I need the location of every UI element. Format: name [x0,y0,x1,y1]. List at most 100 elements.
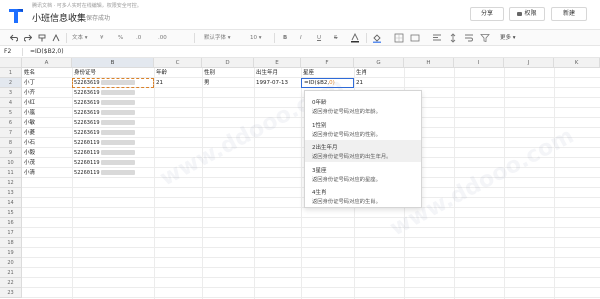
name-cell[interactable]: 小清 [22,168,72,178]
row-header[interactable]: 15 [0,208,22,218]
header-cell[interactable]: 身份证号 [72,68,154,78]
decimal-button[interactable]: .0 [136,33,141,43]
name-cell[interactable]: 小毅 [22,148,72,158]
strikethrough-button[interactable]: S [334,33,338,43]
row-header[interactable]: 10 [0,158,22,168]
merge-cells-icon[interactable] [410,33,420,43]
name-cell[interactable]: 小红 [22,98,72,108]
id-number-cell[interactable]: 52263619 [72,118,154,128]
id-number-cell[interactable]: 52263619 [72,98,154,108]
name-cell[interactable]: 小茂 [22,158,72,168]
name-cell[interactable]: 小丁 [22,78,72,88]
row-header[interactable]: 1 [0,68,22,78]
argument-option[interactable]: 4生肖 返回身份证号码对应的生肖。 [305,185,421,207]
row-header[interactable]: 18 [0,238,22,248]
row-header[interactable]: 12 [0,178,22,188]
italic-button[interactable]: I [300,33,302,43]
name-cell[interactable]: 小菱 [22,128,72,138]
row-header[interactable]: 21 [0,268,22,278]
name-cell[interactable]: 小敏 [22,118,72,128]
name-cell[interactable]: 小石 [22,138,72,148]
fill-color-icon[interactable] [372,33,384,43]
column-header[interactable]: H [404,58,454,68]
row-header[interactable]: 13 [0,188,22,198]
share-button[interactable]: 分享 [470,7,504,21]
document-title[interactable]: 小班信息收集 [32,11,86,24]
cell-formula-editor[interactable]: =ID($B2,0) [301,78,354,88]
column-header[interactable]: K [554,58,600,68]
column-header[interactable]: E [254,58,301,68]
row-header[interactable]: 8 [0,138,22,148]
format-painter-icon[interactable] [38,34,46,42]
row-header[interactable]: 17 [0,228,22,238]
border-icon[interactable] [394,33,404,43]
select-all-corner[interactable] [0,58,22,68]
header-cell[interactable]: 生肖 [354,68,404,78]
row-header[interactable]: 3 [0,88,22,98]
valign-icon[interactable] [448,33,458,43]
row-header[interactable]: 9 [0,148,22,158]
row-header[interactable]: 6 [0,118,22,128]
undo-icon[interactable] [10,34,18,42]
redo-icon[interactable] [24,34,32,42]
id-number-cell[interactable]: 52263619 [72,88,154,98]
id-number-cell[interactable]: 52260119 [72,168,154,178]
column-header[interactable]: G [354,58,404,68]
bold-button[interactable]: B [283,33,287,43]
column-header[interactable]: F [301,58,354,68]
argument-option[interactable]: 3星座 返回身份证号码对应的星座。 [305,163,421,185]
header-cell[interactable]: 出生年月 [254,68,301,78]
font-family-dropdown[interactable]: 默认字体 ▾ [204,33,231,43]
permission-button[interactable]: 权限 [509,7,545,21]
gender-cell[interactable]: 男 [202,78,254,88]
header-cell[interactable]: 年龄 [154,68,202,78]
formula-input[interactable]: =ID($B2,0) [30,48,64,55]
column-header[interactable]: I [454,58,504,68]
header-cell[interactable]: 星座 [301,68,354,78]
row-header[interactable]: 23 [0,288,22,298]
row-header[interactable]: 19 [0,248,22,258]
column-header[interactable]: C [154,58,202,68]
cell-reference[interactable]: F2 [4,48,11,55]
name-cell[interactable]: 小齐 [22,88,72,98]
row-header[interactable]: 20 [0,258,22,268]
percent-button[interactable]: % [118,33,123,43]
column-header[interactable]: A [22,58,72,68]
column-header[interactable]: B [72,58,154,68]
argument-option[interactable]: 2出生年月 返回身份证号码对应的出生年月。 [305,140,421,162]
row-header[interactable]: 5 [0,108,22,118]
more-menu[interactable]: 更多 ▾ [500,33,516,43]
age-cell[interactable]: 21 [154,78,202,88]
row-header[interactable]: 11 [0,168,22,178]
row-header[interactable]: 7 [0,128,22,138]
align-left-icon[interactable] [432,33,442,43]
row-header[interactable]: 16 [0,218,22,228]
name-cell[interactable]: 小嵐 [22,108,72,118]
row-header[interactable]: 2 [0,78,22,88]
id-number-cell[interactable]: 52263619 [72,128,154,138]
currency-button[interactable]: ¥ [100,33,104,43]
filter-icon[interactable] [480,33,490,43]
argument-option[interactable]: 1性别 返回身份证号码对应的性别。 [305,118,421,140]
id-number-cell[interactable]: 52263619 [72,108,154,118]
font-size-dropdown[interactable]: 10 ▾ [250,33,262,43]
underline-button[interactable]: U [317,33,321,43]
id-number-cell[interactable]: 52260119 [72,158,154,168]
text-color-icon[interactable] [350,33,360,43]
row-header[interactable]: 14 [0,198,22,208]
spreadsheet-grid[interactable]: A B C D E F G H I J K 1 2 3 4 5 6 7 8 9 10 11 12 13 14 15 16 17 18 19… [0,58,600,299]
wrap-text-icon[interactable] [464,33,474,43]
header-cell[interactable]: 性别 [202,68,254,78]
text-format-dropdown[interactable]: 文本 ▾ [72,33,88,43]
zodiac-year-cell[interactable]: 21 [354,78,404,88]
row-header[interactable]: 4 [0,98,22,108]
id-number-cell[interactable]: 52260119 [72,148,154,158]
new-button[interactable]: 新建 [551,7,587,21]
column-header[interactable]: D [202,58,254,68]
column-header[interactable]: J [504,58,554,68]
decimal-increase-button[interactable]: .00 [158,33,167,43]
id-number-cell[interactable]: 52260119 [72,138,154,148]
birth-date-cell[interactable]: 1997-07-13 [254,78,301,88]
clear-format-icon[interactable] [52,34,60,42]
header-cell[interactable]: 姓名 [22,68,72,78]
